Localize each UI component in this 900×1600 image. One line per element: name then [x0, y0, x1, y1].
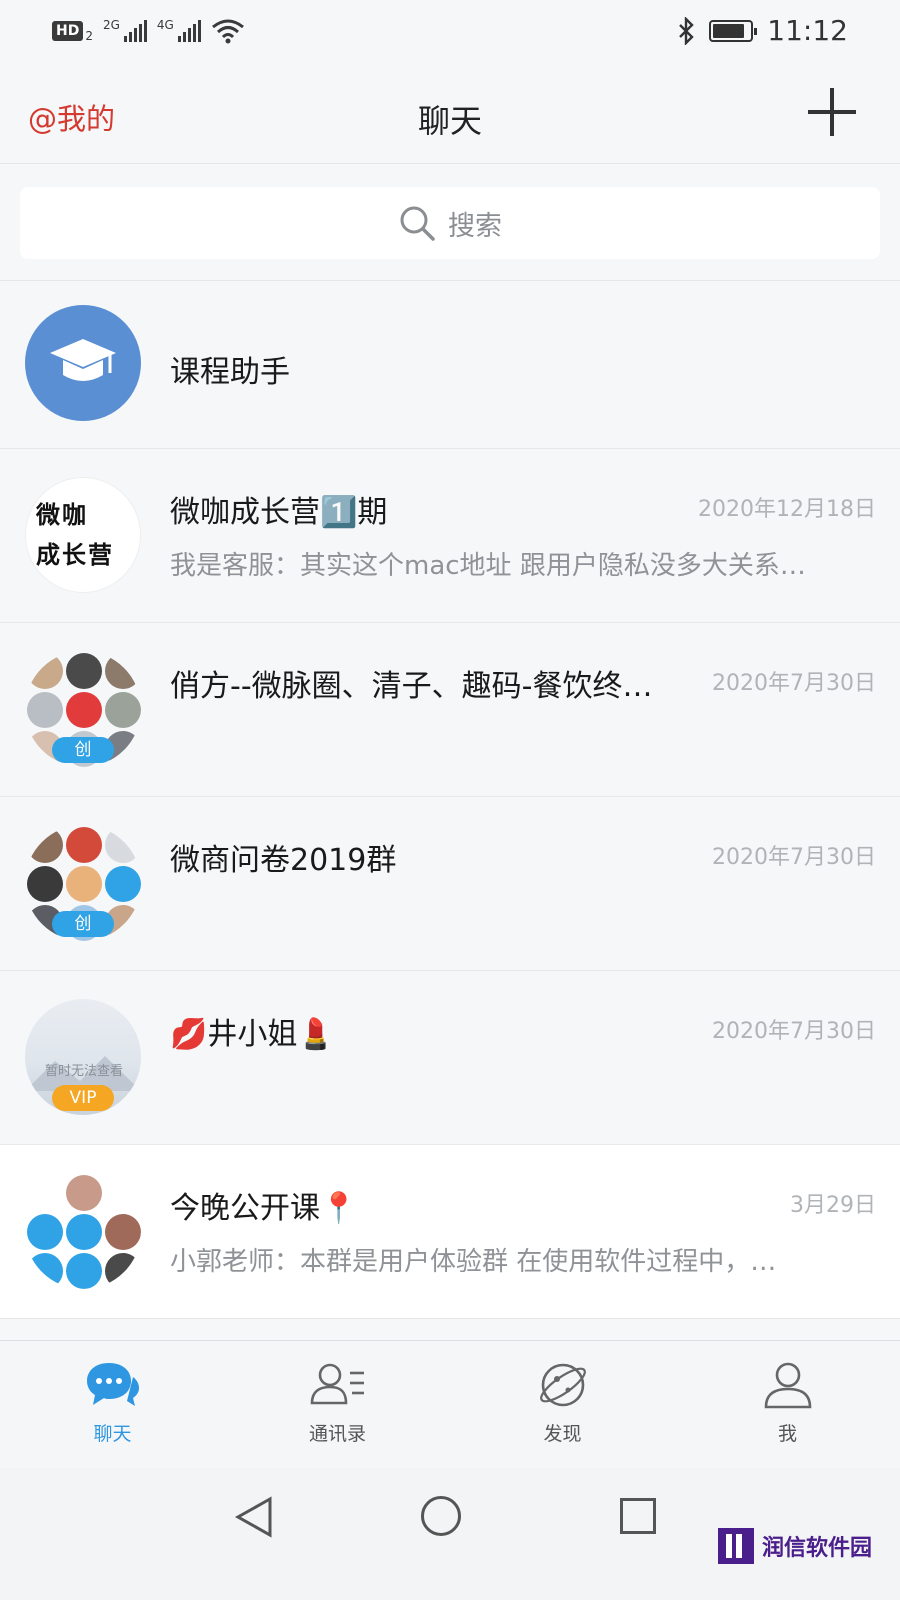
network-label-1: 2G [102, 18, 120, 32]
chat-row-open-class[interactable]: 今晚公开课📍 3月29日 小郭老师：本群是用户体验群 在使用软件过程中，… [0, 1145, 900, 1319]
chat-row-miss-jing[interactable]: 暂时无法查看 VIP 💋井小姐💄 2020年7月30日 [0, 971, 900, 1145]
add-icon[interactable] [808, 88, 856, 136]
system-nav-bar: 润信软件园 [0, 1468, 900, 1600]
network-label-2: 4G [156, 18, 174, 32]
watermark: 润信软件园 [717, 1528, 872, 1564]
chat-name: 微商问卷2019群 [170, 843, 397, 878]
graduation-cap-icon [50, 339, 116, 381]
search-input[interactable]: 搜索 [20, 187, 880, 259]
avatar-text-line2: 成长营 [36, 541, 114, 569]
chat-date: 3月29日 [790, 1193, 876, 1218]
vip-badge: VIP [52, 1085, 114, 1111]
chat-date: 2020年7月30日 [712, 1019, 876, 1044]
chat-name: 俏方--微脉圈、清子、趣码-餐饮终… [170, 669, 653, 704]
avatar: 微咖 成长营 [25, 477, 141, 593]
chat-row-growth-camp[interactable]: 微咖 成长营 微咖成长营1️⃣期 2020年12月18日 我是客服：其实这个ma… [0, 449, 900, 623]
signal-icon [177, 20, 201, 42]
group-avatar [25, 1173, 141, 1289]
chat-name: 💋井小姐💄 [170, 1017, 335, 1052]
search-area: 搜索 [0, 165, 900, 281]
chat-row-wechat-survey[interactable]: 创 微商问卷2019群 2020年7月30日 [0, 797, 900, 971]
wifi-icon [211, 19, 244, 44]
tab-label: 聊天 [93, 1423, 132, 1445]
chat-date: 2020年7月30日 [712, 845, 876, 870]
tab-label: 发现 [543, 1423, 582, 1445]
avatar-caption: 暂时无法查看 [45, 1064, 124, 1079]
recents-square-icon[interactable] [620, 1498, 656, 1534]
chat-list: 课程助手 微咖 成长营 微咖成长营1️⃣期 2020年12月18日 我是客服：其… [0, 281, 900, 1319]
chat-last-message: 我是客服：其实这个mac地址 跟用户隐私没多大关系… [170, 551, 806, 581]
chat-date: 2020年7月30日 [712, 671, 876, 696]
clock: 11:12 [767, 14, 848, 47]
bottom-tab-bar: 聊天 通讯录 发现 我 [0, 1340, 900, 1468]
top-header: @我的 聊天 [0, 64, 900, 164]
tab-chat[interactable]: 聊天 [0, 1341, 225, 1468]
page-title: 聊天 [417, 102, 482, 140]
planet-icon [539, 1363, 586, 1407]
chat-last-message: 小郭老师：本群是用户体验群 在使用软件过程中，… [170, 1247, 777, 1277]
chat-row-course-assistant[interactable]: 课程助手 [0, 281, 900, 449]
tab-label: 通讯录 [308, 1423, 366, 1445]
signal-icon [123, 20, 147, 42]
avatar [25, 305, 141, 421]
chat-date: 2020年12月18日 [698, 497, 876, 522]
search-placeholder: 搜索 [448, 210, 502, 242]
home-circle-icon[interactable] [421, 1496, 461, 1536]
tab-contacts[interactable]: 通讯录 [225, 1341, 450, 1468]
bluetooth-icon [679, 16, 694, 45]
tab-label: 我 [777, 1423, 797, 1445]
status-left: HD 2 2G 4G [52, 18, 245, 44]
watermark-text: 润信软件园 [761, 1536, 872, 1561]
back-triangle-icon[interactable] [234, 1496, 274, 1538]
person-icon [764, 1362, 811, 1409]
creator-badge: 创 [52, 737, 114, 763]
chat-bubble-icon [86, 1363, 139, 1406]
watermark-logo-icon [717, 1528, 754, 1564]
chat-name: 课程助手 [170, 355, 290, 390]
hd-badge: HD [52, 21, 84, 41]
chat-name: 微咖成长营1️⃣期 [170, 495, 388, 530]
battery-icon [709, 19, 758, 42]
tab-me[interactable]: 我 [675, 1341, 900, 1468]
chat-name: 今晚公开课📍 [170, 1191, 358, 1226]
tab-discover[interactable]: 发现 [450, 1341, 675, 1468]
chat-row-group-qiaofang[interactable]: 创 俏方--微脉圈、清子、趣码-餐饮终… 2020年7月30日 [0, 623, 900, 797]
contacts-icon [310, 1363, 364, 1405]
avatar-text-line1: 微咖 [36, 501, 88, 529]
search-icon [400, 206, 435, 241]
hd-sub: 2 [85, 29, 93, 43]
status-right: 11:12 [677, 14, 848, 47]
status-bar: HD 2 2G 4G 11:12 [0, 0, 900, 64]
creator-badge: 创 [52, 911, 114, 937]
